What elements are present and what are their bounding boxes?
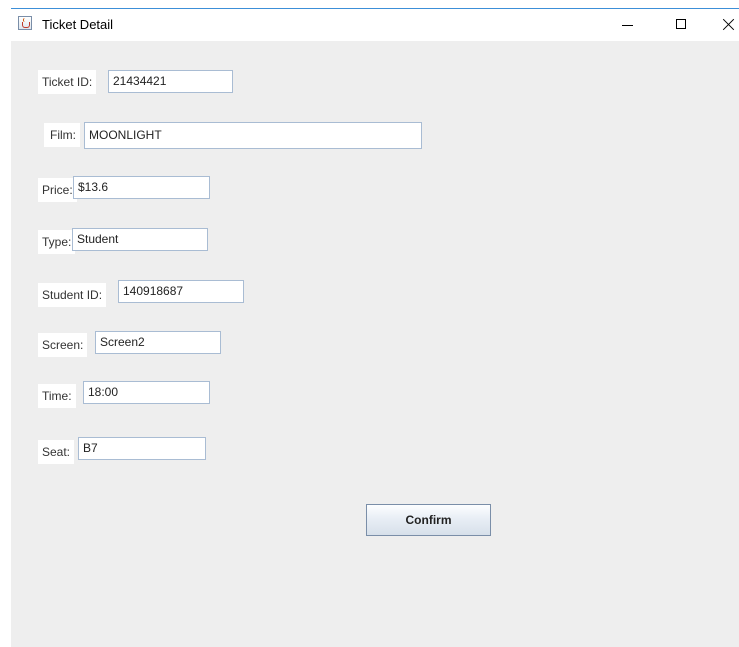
- ticket-id-field[interactable]: 21434421: [108, 70, 233, 93]
- price-field[interactable]: $13.6: [73, 176, 210, 199]
- java-cup-icon: [18, 16, 32, 30]
- seat-field[interactable]: B7: [78, 437, 206, 460]
- seat-label: Seat:: [38, 440, 75, 464]
- film-field[interactable]: MOONLIGHT: [84, 122, 422, 149]
- time-label: Time:: [38, 384, 76, 408]
- ticket-detail-window: Ticket Detail Ticket ID: 21434421 Film: …: [11, 8, 739, 647]
- ticket-id-label: Ticket ID:: [38, 70, 97, 94]
- student-id-label: Student ID:: [38, 283, 107, 307]
- type-field[interactable]: Student: [72, 228, 208, 251]
- window-title: Ticket Detail: [42, 17, 114, 32]
- student-id-field[interactable]: 140918687: [118, 280, 244, 303]
- price-label: Price:: [38, 178, 77, 202]
- close-icon: [722, 18, 735, 31]
- close-button[interactable]: [709, 9, 739, 41]
- ticket-form-panel: Ticket ID: 21434421 Film: MOONLIGHT Pric…: [11, 41, 739, 647]
- type-label: Type:: [38, 230, 76, 254]
- film-label: Film:: [44, 123, 80, 147]
- maximize-button[interactable]: [663, 9, 703, 41]
- minimize-button[interactable]: [608, 9, 648, 41]
- minimize-icon: [622, 25, 633, 26]
- maximize-icon: [676, 19, 686, 29]
- screen-field[interactable]: Screen2: [95, 331, 221, 354]
- time-field[interactable]: 18:00: [83, 381, 210, 404]
- screen-label: Screen:: [38, 333, 88, 357]
- title-bar[interactable]: Ticket Detail: [11, 9, 739, 41]
- confirm-button[interactable]: Confirm: [366, 504, 491, 536]
